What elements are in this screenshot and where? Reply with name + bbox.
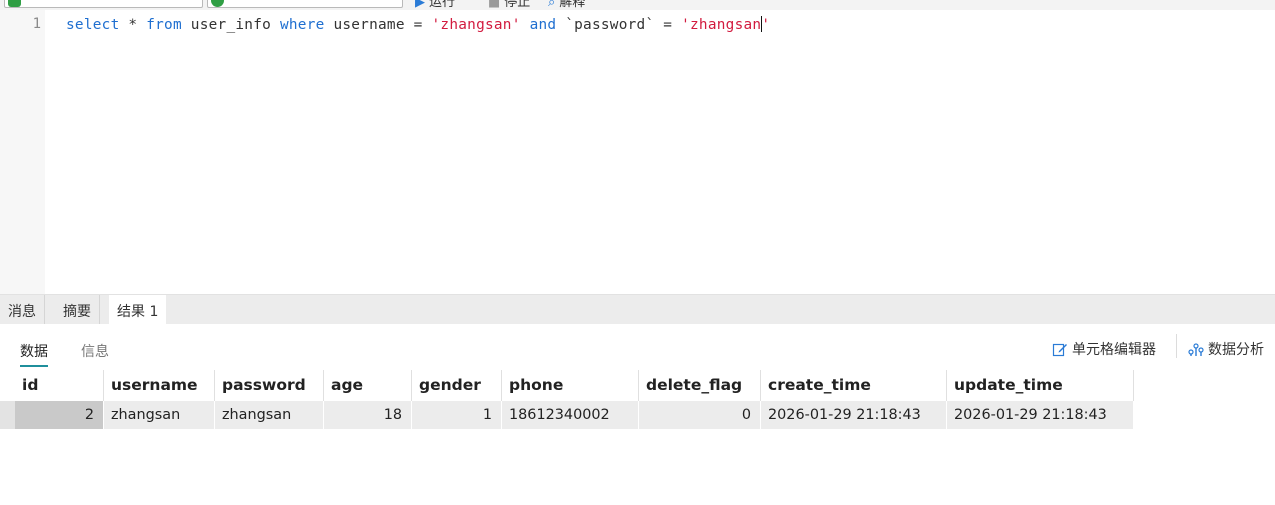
data-analysis-button[interactable]: 数据分析 <box>1188 339 1264 359</box>
column-header-id[interactable]: id <box>15 370 104 401</box>
cell-gender[interactable]: 1 <box>412 401 502 429</box>
cell-delete-flag[interactable]: 0 <box>639 401 761 429</box>
sql-token: select <box>66 17 120 33</box>
sql-token: username = <box>324 17 432 33</box>
explain-icon: ⌕ <box>548 0 556 10</box>
sql-token: user_info <box>181 17 280 33</box>
cell-username[interactable]: zhangsan <box>104 401 215 429</box>
subtab-info[interactable]: 信息 <box>81 341 109 361</box>
sql-token: `password` = <box>556 17 682 33</box>
cell-password[interactable]: zhangsan <box>215 401 324 429</box>
sql-code-line[interactable]: select * from user_info where username =… <box>66 16 770 33</box>
tab-result-1[interactable]: 结果 1 <box>109 295 167 325</box>
run-button[interactable]: ▶ 运行 <box>415 0 455 10</box>
sql-editor[interactable]: 1 select * from user_info where username… <box>0 10 1275 294</box>
result-tabbar: 消息 摘要 结果 1 <box>0 294 1275 325</box>
result-subbar: 数据 信息 单元格编辑器 数据分析 <box>0 324 1275 370</box>
connection-select[interactable] <box>4 0 203 8</box>
sql-token: from <box>146 17 182 33</box>
tab-summary[interactable]: 摘要 <box>55 295 100 325</box>
column-header-create-time[interactable]: create_time <box>761 370 947 401</box>
tab-messages[interactable]: 消息 <box>0 295 45 325</box>
cell-update-time[interactable]: 2026-01-29 21:18:43 <box>947 401 1134 429</box>
database-icon <box>211 0 224 7</box>
database-select[interactable] <box>207 0 403 8</box>
toolbar: ▶ 运行 ■ 停止 ⌕ 解释 <box>0 0 1275 10</box>
column-header-update-time[interactable]: update_time <box>947 370 1134 401</box>
column-header-password[interactable]: password <box>215 370 324 401</box>
connection-icon <box>8 0 21 7</box>
sql-token: ' <box>761 17 771 33</box>
column-header-delete-flag[interactable]: delete_flag <box>639 370 761 401</box>
row-selector[interactable] <box>0 401 15 429</box>
sql-token: 'zhangsan' <box>431 17 521 33</box>
sql-token: 'zhangsan <box>681 17 762 33</box>
cell-id[interactable]: 2 <box>15 401 104 429</box>
chart-icon <box>1188 343 1204 356</box>
explain-button[interactable]: ⌕ 解释 <box>548 0 585 10</box>
sql-token: * <box>119 17 147 33</box>
line-number: 1 <box>32 16 41 32</box>
column-header-phone[interactable]: phone <box>502 370 639 401</box>
cell-age[interactable]: 18 <box>324 401 412 429</box>
column-header-age[interactable]: age <box>324 370 412 401</box>
cell-phone[interactable]: 18612340002 <box>502 401 639 429</box>
sql-token: and <box>529 17 557 33</box>
toolbar-divider <box>1176 334 1177 358</box>
stop-icon: ■ <box>488 0 501 10</box>
cell-create-time[interactable]: 2026-01-29 21:18:43 <box>761 401 947 429</box>
stop-button[interactable]: ■ 停止 <box>488 0 530 10</box>
sql-token: where <box>279 17 325 33</box>
column-header-gender[interactable]: gender <box>412 370 502 401</box>
line-gutter: 1 <box>0 10 45 294</box>
edit-icon <box>1052 343 1067 357</box>
subtab-data[interactable]: 数据 <box>20 341 48 367</box>
column-header-username[interactable]: username <box>104 370 215 401</box>
run-icon: ▶ <box>415 0 425 10</box>
cell-editor-button[interactable]: 单元格编辑器 <box>1052 339 1156 359</box>
